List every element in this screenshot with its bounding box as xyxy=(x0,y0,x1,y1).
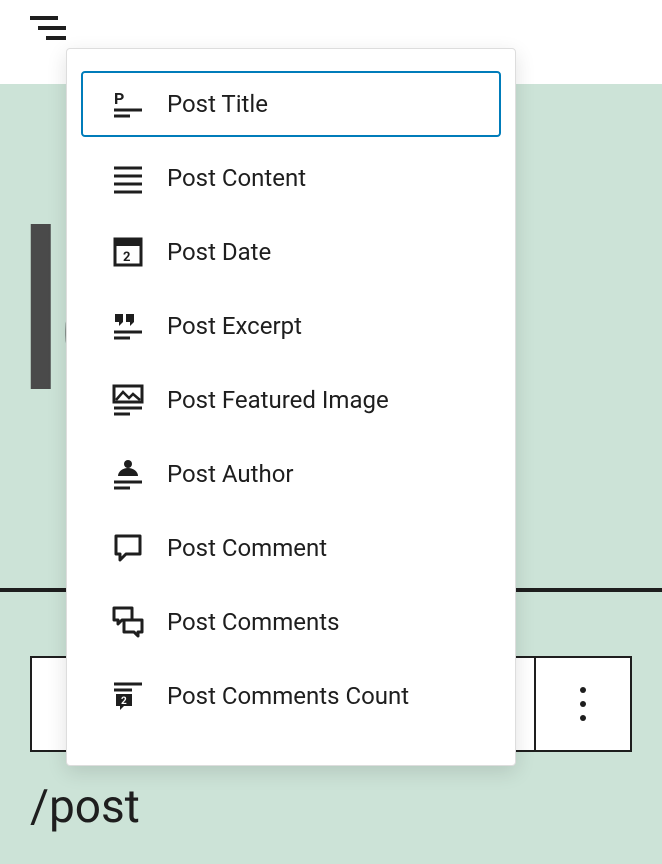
post-title-icon: P xyxy=(111,87,145,121)
menu-item-post-date[interactable]: 2 Post Date xyxy=(81,219,501,285)
post-author-icon xyxy=(111,457,145,491)
svg-text:2: 2 xyxy=(123,250,130,265)
post-date-icon: 2 xyxy=(111,235,145,269)
menu-item-label: Post Date xyxy=(167,238,477,266)
menu-item-post-comments[interactable]: Post Comments xyxy=(81,589,501,655)
menu-item-label: Post Featured Image xyxy=(167,386,477,414)
menu-item-post-content[interactable]: Post Content xyxy=(81,145,501,211)
post-comments-icon xyxy=(111,605,145,639)
menu-item-post-author[interactable]: Post Author xyxy=(81,441,501,507)
menu-item-label: Post Author xyxy=(167,460,477,488)
menu-item-label: Post Comments Count xyxy=(167,682,477,710)
menu-item-post-comment[interactable]: Post Comment xyxy=(81,515,501,581)
document-outline-icon xyxy=(30,14,66,42)
post-comment-icon xyxy=(111,531,145,565)
svg-text:2: 2 xyxy=(121,696,127,707)
more-vertical-icon xyxy=(580,687,586,721)
menu-item-post-comments-count[interactable]: 2 Post Comments Count xyxy=(81,663,501,729)
svg-text:P: P xyxy=(114,89,124,108)
menu-item-label: Post Comments xyxy=(167,608,477,636)
slash-command-input-text[interactable]: /post xyxy=(30,780,140,834)
block-toolbar-more-button[interactable] xyxy=(536,656,632,752)
post-excerpt-icon xyxy=(111,309,145,343)
menu-item-label: Post Title xyxy=(167,90,477,118)
post-comments-count-icon: 2 xyxy=(111,679,145,713)
menu-item-label: Post Content xyxy=(167,164,477,192)
document-outline-button[interactable] xyxy=(24,4,72,52)
post-content-icon xyxy=(111,161,145,195)
menu-item-post-featured-image[interactable]: Post Featured Image xyxy=(81,367,501,433)
menu-item-label: Post Comment xyxy=(167,534,477,562)
block-inserter-popover: P Post Title Post Content 2 Post D xyxy=(66,48,516,766)
post-featured-image-icon xyxy=(111,383,145,417)
menu-item-post-excerpt[interactable]: Post Excerpt xyxy=(81,293,501,359)
menu-item-post-title[interactable]: P Post Title xyxy=(81,71,501,137)
menu-item-label: Post Excerpt xyxy=(167,312,477,340)
